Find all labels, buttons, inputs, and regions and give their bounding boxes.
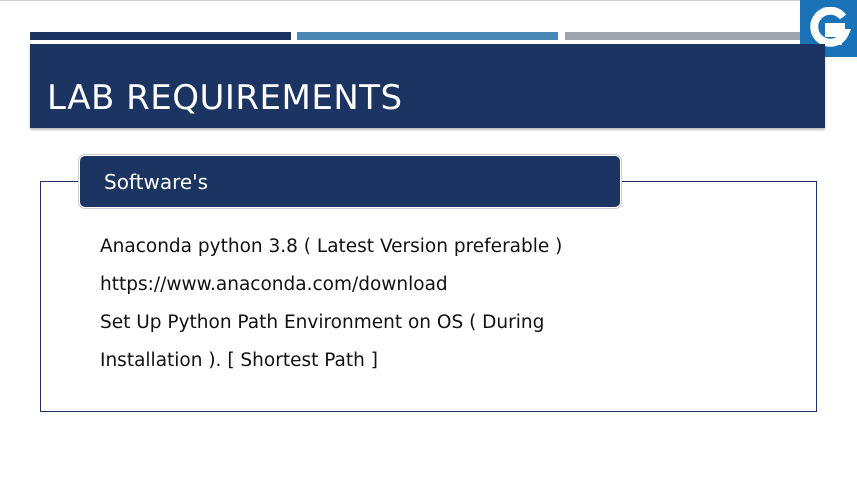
requirement-line: Anaconda python 3.8 ( Latest Version pre… [100,236,563,257]
requirements-list: Anaconda python 3.8 ( Latest Version pre… [100,228,562,380]
section-heading-tab: Software's [79,155,621,208]
requirement-line: https://www.anaconda.com/download [100,274,448,295]
slide-title: LAB REQUIREMENTS [47,78,403,118]
accent-bar-blue [297,32,558,40]
accent-bar-navy [30,32,291,40]
title-band: LAB REQUIREMENTS [30,44,825,128]
requirement-line: Installation ). [ Shortest Path ] [100,350,378,371]
requirement-line: Set Up Python Path Environment on OS ( D… [100,312,545,333]
top-divider-line [0,0,857,1]
section-heading-text: Software's [104,170,209,194]
accent-bar-gray [565,32,803,40]
